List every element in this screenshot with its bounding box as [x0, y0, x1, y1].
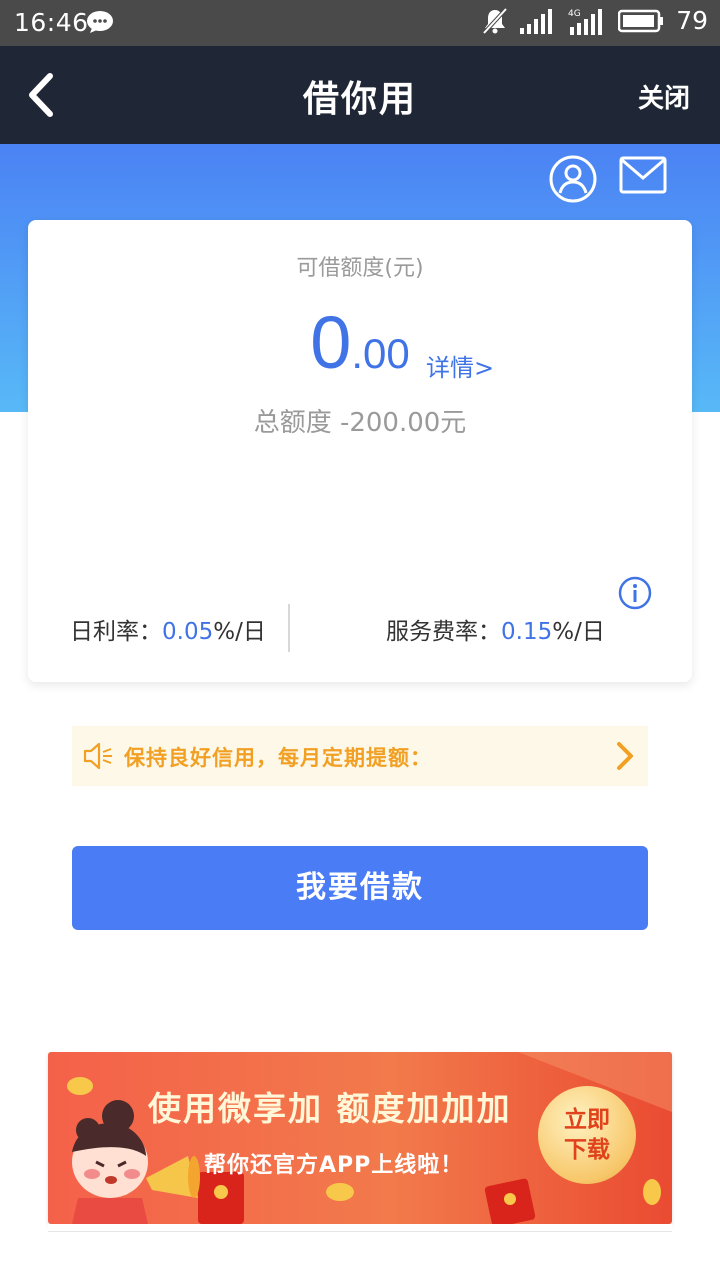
battery-icon	[618, 9, 664, 32]
speaker-icon	[83, 742, 112, 770]
mute-icon	[482, 7, 508, 34]
download-label-line2: 下载	[564, 1137, 610, 1163]
notice-bar[interactable]: 保持良好信用，每月定期提额：	[72, 726, 648, 786]
daily-rate: 日利率：0.05%/日	[70, 612, 266, 646]
service-rate-label: 服务费率：	[386, 619, 501, 645]
svg-text:4G: 4G	[568, 9, 581, 19]
credit-label: 可借额度(元)	[296, 256, 424, 281]
status-time: 16:46	[14, 8, 89, 37]
total-limit: 总额度 -200.00元	[253, 408, 467, 438]
status-bar: 16:46 4G 79	[0, 0, 720, 46]
amount-integer: 0	[310, 301, 352, 384]
banner-subtitle: 帮你还官方APP上线啦！	[204, 1153, 464, 1178]
user-icon[interactable]	[548, 154, 598, 204]
divider	[288, 604, 290, 652]
service-rate-unit: %/日	[552, 619, 605, 645]
nav-bar: 借你用 关闭	[0, 46, 720, 144]
close-button[interactable]: 关闭	[638, 78, 690, 115]
status-icons: 4G 79	[482, 6, 708, 35]
download-button[interactable]: 立即 下载	[538, 1086, 636, 1184]
credit-card: 可借额度(元) 0.00 详情> 总额度 -200.00元 日利率：0.05%/…	[28, 220, 692, 682]
promo-banner[interactable]: 使用微享加 额度加加加 帮你还官方APP上线啦！ 立即 下载	[48, 1052, 672, 1224]
daily-rate-unit: %/日	[213, 619, 266, 645]
page-title: 借你用	[302, 79, 417, 120]
chevron-right-icon	[617, 742, 633, 770]
details-link[interactable]: 详情>	[426, 348, 494, 383]
borrow-button[interactable]: 我要借款	[72, 846, 648, 930]
service-rate-value: 0.15	[501, 619, 553, 645]
info-icon[interactable]	[618, 576, 652, 610]
banner-bottom-edge	[48, 1224, 672, 1232]
signal-icon	[520, 8, 553, 34]
wechat-icon	[87, 11, 113, 33]
amount-decimal: .00	[351, 330, 410, 377]
download-label-line1: 立即	[564, 1107, 610, 1133]
notice-text: 保持良好信用，每月定期提额：	[124, 746, 432, 770]
available-amount: 0.00	[28, 300, 692, 385]
service-rate: 服务费率：0.15%/日	[386, 612, 605, 646]
signal-4g-icon: 4G	[568, 8, 603, 35]
daily-rate-value: 0.05	[162, 619, 214, 645]
daily-rate-label: 日利率：	[70, 619, 162, 645]
battery-level: 79	[676, 6, 708, 35]
mail-icon[interactable]	[618, 154, 668, 198]
banner-title: 使用微享加 额度加加加	[148, 1089, 512, 1128]
